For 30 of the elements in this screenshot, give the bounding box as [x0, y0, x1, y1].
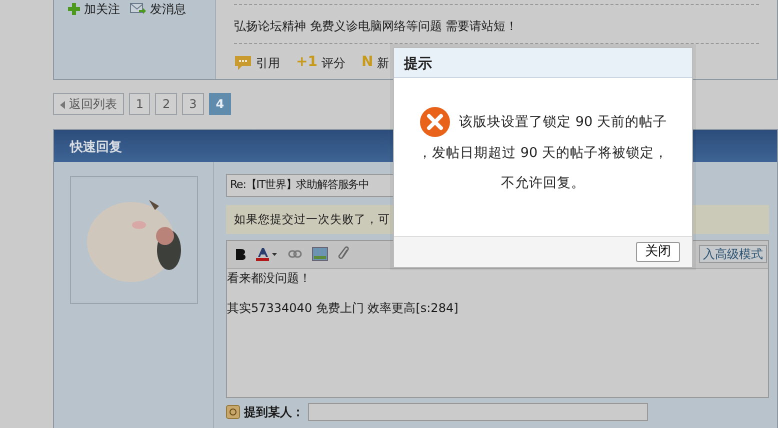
message-text: ，发帖日期超过 90 天的帖子将被锁定， [417, 144, 669, 163]
font-color-icon[interactable] [256, 247, 278, 262]
page-button[interactable]: 2 [155, 93, 178, 115]
bold-icon[interactable] [235, 248, 246, 260]
page-button[interactable]: 1 [128, 93, 150, 115]
page-button[interactable]: 3 [182, 93, 204, 115]
new-action[interactable]: N 新 [361, 52, 390, 73]
envelope-icon [130, 3, 146, 15]
advanced-mode-button[interactable]: 入高级模式 [699, 245, 767, 264]
follow-link[interactable]: 加关注 [68, 0, 120, 18]
plus-one-icon: +1 [296, 52, 318, 73]
mention-label: 提到某人： [244, 404, 304, 421]
signature-text: 弘扬论坛精神 免费义诊电脑网络等问题 需要请站短！ [234, 4, 759, 44]
error-icon [419, 106, 452, 138]
n-icon: N [361, 52, 374, 73]
close-button[interactable]: 关闭 [636, 242, 680, 262]
rate-action[interactable]: +1 评分 [296, 52, 346, 73]
mention-field[interactable] [308, 402, 648, 421]
dialog-title: 提示 [394, 48, 692, 78]
reply-editor[interactable]: 看来都没问题！ 其实57334040 免费上门 效率更高[s:284] [227, 268, 768, 397]
image-icon[interactable] [312, 247, 328, 262]
speech-bubble-icon [234, 54, 252, 70]
plus-icon [68, 3, 80, 15]
message-link[interactable]: 发消息 [130, 0, 186, 18]
back-to-list-button[interactable]: 返回列表 [53, 93, 124, 115]
link-icon[interactable] [288, 250, 302, 258]
message-text: 不允许回复。 [500, 174, 586, 193]
left-arrow-icon [60, 100, 65, 109]
quote-action[interactable]: 引用 [234, 54, 280, 72]
message-text: 该版块设置了锁定 90 天前的帖子 [459, 113, 667, 132]
